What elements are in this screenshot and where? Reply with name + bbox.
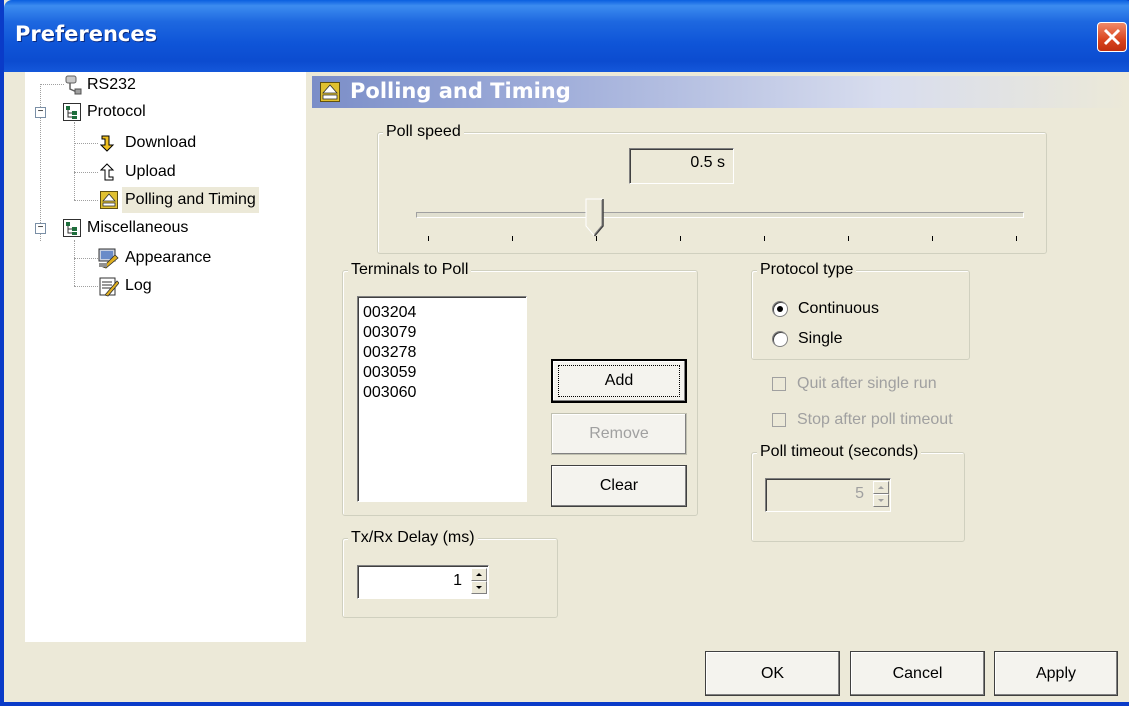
txrx-delay-group: Tx/Rx Delay (ms) 1 bbox=[342, 528, 558, 618]
spinner-value: 1 bbox=[453, 572, 462, 589]
tree-item-miscellaneous[interactable]: − Miscellaneous bbox=[25, 215, 306, 241]
tree-folder-icon bbox=[63, 219, 81, 237]
title-bar[interactable]: Preferences bbox=[4, 0, 1129, 72]
tree-item-label: Protocol bbox=[87, 103, 146, 120]
appearance-icon bbox=[98, 248, 119, 269]
list-item[interactable]: 003060 bbox=[363, 381, 416, 405]
collapse-toggle[interactable]: − bbox=[35, 223, 46, 234]
tree-item-log[interactable]: Log bbox=[25, 273, 306, 299]
tree-item-label: Log bbox=[125, 277, 152, 294]
continuous-radio[interactable] bbox=[772, 301, 788, 317]
collapse-toggle[interactable]: − bbox=[35, 107, 46, 118]
slider-tick bbox=[512, 236, 513, 241]
slider-tick bbox=[848, 236, 849, 241]
terminals-group: Terminals to Poll 003204 003079 003278 0… bbox=[342, 260, 698, 516]
tree-item-label: Polling and Timing bbox=[122, 187, 259, 213]
poll-speed-slider-thumb[interactable] bbox=[585, 198, 605, 238]
quit-after-single-run-checkbox[interactable] bbox=[772, 377, 786, 391]
slider-tick bbox=[596, 236, 597, 241]
close-button[interactable] bbox=[1097, 22, 1127, 52]
panel-header: Polling and Timing bbox=[312, 76, 1129, 108]
preferences-dialog: Preferences RS232 − Protocol Download Up… bbox=[0, 0, 1129, 706]
upload-arrow-icon bbox=[100, 163, 115, 181]
group-label: Terminals to Poll bbox=[348, 260, 472, 280]
poll-timeout-spinner[interactable]: 5 bbox=[765, 478, 891, 512]
window-title: Preferences bbox=[15, 22, 158, 46]
checkbox-label: Stop after poll timeout bbox=[797, 411, 953, 428]
group-label: Tx/Rx Delay (ms) bbox=[348, 528, 478, 548]
panel-title: Polling and Timing bbox=[350, 79, 571, 103]
tree-folder-icon bbox=[63, 103, 81, 121]
tree-item-appearance[interactable]: Appearance bbox=[25, 245, 306, 271]
stop-after-poll-timeout-checkbox[interactable] bbox=[772, 413, 786, 427]
terminals-listbox[interactable]: 003204 003079 003278 003059 003060 bbox=[357, 296, 527, 502]
radio-label: Continuous bbox=[798, 300, 879, 317]
tree-item-label: RS232 bbox=[87, 76, 136, 93]
txrx-delay-spinner[interactable]: 1 bbox=[357, 565, 489, 599]
spin-up-icon[interactable] bbox=[471, 568, 487, 581]
cancel-button[interactable]: Cancel bbox=[850, 651, 985, 696]
eject-icon bbox=[100, 191, 118, 209]
serial-port-icon bbox=[65, 75, 82, 95]
poll-speed-value: 0.5 s bbox=[629, 148, 734, 184]
tree-item-label: Download bbox=[125, 134, 197, 151]
eject-icon bbox=[320, 82, 340, 102]
tree-item-rs232[interactable]: RS232 bbox=[25, 72, 306, 98]
spin-down-icon[interactable] bbox=[873, 494, 889, 507]
tree-item-protocol[interactable]: − Protocol bbox=[25, 99, 306, 125]
log-icon bbox=[99, 277, 119, 297]
category-tree[interactable]: RS232 − Protocol Download Upload Polling… bbox=[25, 72, 306, 642]
single-radio[interactable] bbox=[772, 331, 788, 347]
poll-speed-group: Poll speed 0.5 s bbox=[377, 122, 1047, 254]
apply-button[interactable]: Apply bbox=[994, 651, 1118, 696]
spinner-buttons[interactable] bbox=[471, 568, 487, 594]
group-label: Protocol type bbox=[757, 260, 857, 280]
tree-item-download[interactable]: Download bbox=[25, 130, 306, 156]
radio-label: Single bbox=[798, 330, 843, 347]
checkbox-label: Quit after single run bbox=[797, 375, 937, 392]
group-label: Poll timeout (seconds) bbox=[757, 442, 922, 462]
slider-tick bbox=[1016, 236, 1017, 241]
slider-track bbox=[416, 212, 1024, 218]
slider-tick bbox=[932, 236, 933, 241]
slider-tick bbox=[428, 236, 429, 241]
add-button[interactable]: Add bbox=[551, 359, 687, 403]
slider-tick bbox=[764, 236, 765, 241]
spinner-value: 5 bbox=[855, 485, 864, 502]
slider-tick bbox=[680, 236, 681, 241]
tree-item-polling-and-timing[interactable]: Polling and Timing bbox=[25, 187, 306, 213]
tree-item-label: Upload bbox=[125, 163, 176, 180]
dialog-client: RS232 − Protocol Download Upload Polling… bbox=[8, 72, 1129, 702]
tree-item-upload[interactable]: Upload bbox=[25, 159, 306, 185]
ok-button[interactable]: OK bbox=[705, 651, 840, 696]
remove-button[interactable]: Remove bbox=[551, 413, 687, 455]
clear-button[interactable]: Clear bbox=[551, 465, 687, 507]
spin-down-icon[interactable] bbox=[471, 581, 487, 594]
close-icon bbox=[1103, 28, 1121, 46]
group-label: Poll speed bbox=[383, 122, 464, 142]
poll-timeout-group: Poll timeout (seconds) 5 bbox=[751, 442, 965, 542]
download-arrow-icon bbox=[100, 135, 115, 152]
protocol-type-group: Protocol type Continuous Single bbox=[751, 260, 970, 360]
tree-item-label: Appearance bbox=[125, 249, 212, 266]
spin-up-icon[interactable] bbox=[873, 481, 889, 494]
spinner-buttons[interactable] bbox=[873, 481, 889, 507]
tree-item-label: Miscellaneous bbox=[87, 219, 189, 236]
